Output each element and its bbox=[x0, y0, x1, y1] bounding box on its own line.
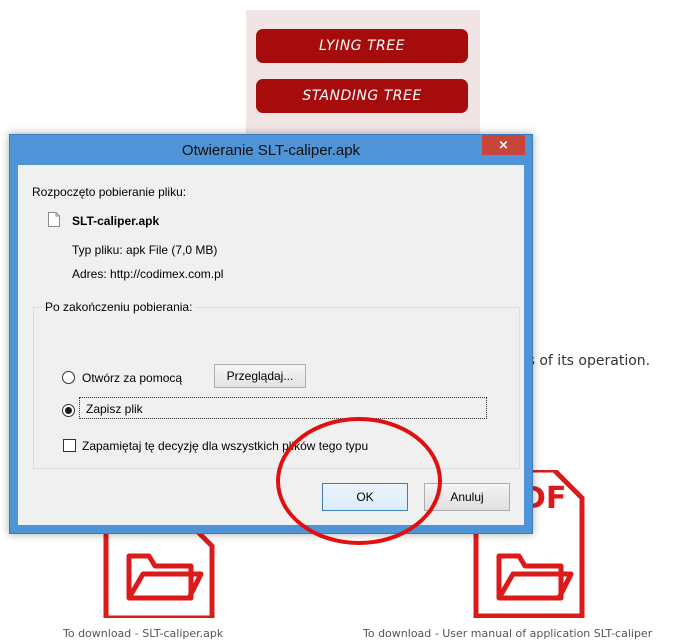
file-type-value: apk File (7,0 MB) bbox=[126, 243, 218, 257]
save-file-radio[interactable] bbox=[62, 404, 75, 417]
open-with-radio[interactable] bbox=[62, 371, 75, 384]
cancel-button[interactable]: Anuluj bbox=[424, 483, 510, 511]
save-file-label[interactable]: Zapisz plik bbox=[86, 402, 143, 416]
remember-checkbox[interactable] bbox=[63, 439, 76, 452]
operation-text: es of its operation. bbox=[519, 353, 651, 369]
address-label: Adres: bbox=[72, 267, 107, 281]
tree-menu-panel: LYING TREE STANDING TREE bbox=[246, 10, 480, 142]
dialog-body: Rozpoczęto pobieranie pliku: SLT-caliper… bbox=[18, 165, 524, 525]
file-type-label: Typ pliku: bbox=[72, 243, 123, 257]
document-icon bbox=[48, 212, 60, 227]
address-value: http://codimex.com.pl bbox=[110, 267, 224, 281]
after-download-title: Po zakończeniu pobierania: bbox=[42, 300, 196, 314]
close-icon: × bbox=[498, 137, 509, 153]
lying-tree-button[interactable]: LYING TREE bbox=[256, 29, 468, 63]
file-name: SLT-caliper.apk bbox=[72, 214, 160, 228]
close-button[interactable]: × bbox=[482, 135, 525, 155]
file-type-row: Typ pliku: apk File (7,0 MB) bbox=[72, 243, 217, 257]
ok-button[interactable]: OK bbox=[322, 483, 408, 511]
open-with-label[interactable]: Otwórz za pomocą bbox=[82, 371, 182, 385]
remember-label[interactable]: Zapamiętaj tę decyzję dla wszystkich pli… bbox=[82, 439, 368, 453]
dialog-title: Otwieranie SLT-caliper.apk bbox=[181, 142, 361, 159]
browse-button[interactable]: Przeglądaj... bbox=[214, 364, 306, 388]
download-started-label: Rozpoczęto pobieranie pliku: bbox=[32, 185, 187, 199]
dialog-title-bar[interactable]: Otwieranie SLT-caliper.apk × bbox=[10, 135, 532, 165]
download-apk-link[interactable]: To download - SLT-caliper.apk bbox=[63, 627, 223, 640]
download-dialog: Otwieranie SLT-caliper.apk × Rozpoczęto … bbox=[9, 134, 533, 534]
download-manual-link[interactable]: To download - User manual of application… bbox=[363, 627, 652, 640]
address-row: Adres: http://codimex.com.pl bbox=[72, 267, 223, 281]
standing-tree-button[interactable]: STANDING TREE bbox=[256, 79, 468, 113]
